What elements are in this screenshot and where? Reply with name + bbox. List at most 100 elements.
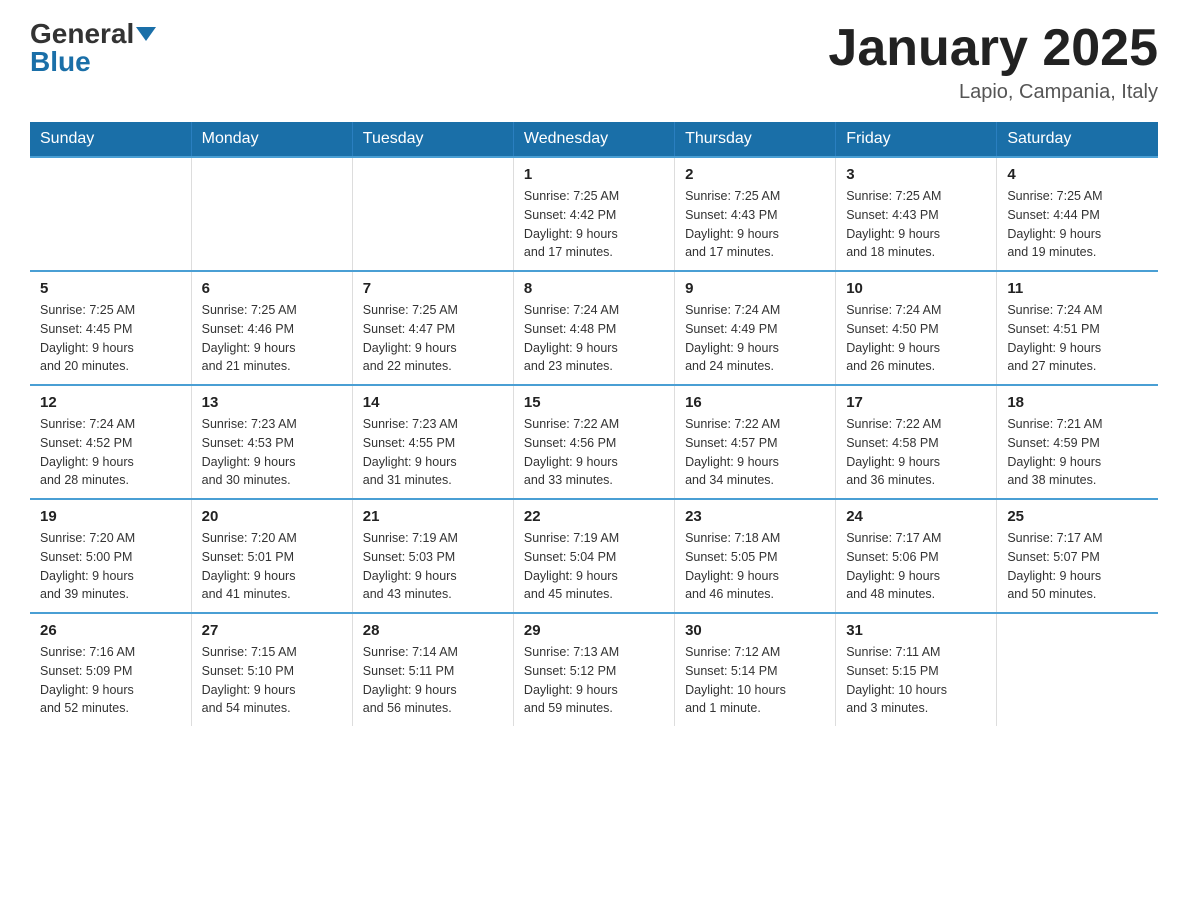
day-info: Sunrise: 7:25 AM Sunset: 4:47 PM Dayligh…: [363, 301, 503, 376]
calendar-cell: 10 Sunrise: 7:24 AM Sunset: 4:50 PM Dayli…: [836, 271, 997, 385]
day-number: 31: [846, 622, 986, 639]
calendar-week-2: 5 Sunrise: 7:25 AM Sunset: 4:45 PM Daylig…: [30, 271, 1158, 385]
calendar-cell: 18 Sunrise: 7:21 AM Sunset: 4:59 PM Dayli…: [997, 385, 1158, 499]
calendar-cell: 23Sunrise: 7:18 AM Sunset: 5:05 PM Dayli…: [675, 499, 836, 613]
calendar-cell: 16Sunrise: 7:22 AM Sunset: 4:57 PM Dayli…: [675, 385, 836, 499]
calendar-cell: 25 Sunrise: 7:17 AM Sunset: 5:07 PM Dayli…: [997, 499, 1158, 613]
weekday-header-row: SundayMondayTuesdayWednesdayThursdayFrid…: [30, 122, 1158, 157]
calendar-cell: 1 Sunrise: 7:25 AM Sunset: 4:42 PM Daylig…: [513, 157, 674, 271]
day-number: 28: [363, 622, 503, 639]
calendar-cell: 7 Sunrise: 7:25 AM Sunset: 4:47 PM Daylig…: [352, 271, 513, 385]
day-info: Sunrise: 7:25 AM Sunset: 4:43 PM Dayligh…: [685, 187, 825, 262]
day-number: 19: [40, 508, 181, 525]
day-info: Sunrise: 7:25 AM Sunset: 4:43 PM Dayligh…: [846, 187, 986, 262]
day-number: 9: [685, 280, 825, 297]
calendar-cell: 21Sunrise: 7:19 AM Sunset: 5:03 PM Dayli…: [352, 499, 513, 613]
day-info: Sunrise: 7:17 AM Sunset: 5:06 PM Dayligh…: [846, 529, 986, 604]
day-number: 14: [363, 394, 503, 411]
calendar-cell: 17 Sunrise: 7:22 AM Sunset: 4:58 PM Dayli…: [836, 385, 997, 499]
month-title: January 2025: [828, 20, 1158, 77]
day-number: 13: [202, 394, 342, 411]
day-number: 18: [1007, 394, 1148, 411]
calendar-cell: [30, 157, 191, 271]
calendar-cell: 31Sunrise: 7:11 AM Sunset: 5:15 PM Dayli…: [836, 613, 997, 726]
logo: General Blue: [30, 20, 156, 76]
day-number: 27: [202, 622, 342, 639]
day-number: 6: [202, 280, 342, 297]
calendar-cell: [191, 157, 352, 271]
weekday-header-sunday: Sunday: [30, 122, 191, 157]
title-block: January 2025 Lapio, Campania, Italy: [828, 20, 1158, 104]
day-info: Sunrise: 7:21 AM Sunset: 4:59 PM Dayligh…: [1007, 415, 1148, 490]
calendar-cell: 5 Sunrise: 7:25 AM Sunset: 4:45 PM Daylig…: [30, 271, 191, 385]
calendar-cell: 30 Sunrise: 7:12 AM Sunset: 5:14 PM Dayli…: [675, 613, 836, 726]
calendar-week-1: 1 Sunrise: 7:25 AM Sunset: 4:42 PM Daylig…: [30, 157, 1158, 271]
day-info: Sunrise: 7:24 AM Sunset: 4:52 PM Dayligh…: [40, 415, 181, 490]
calendar-cell: 9 Sunrise: 7:24 AM Sunset: 4:49 PM Daylig…: [675, 271, 836, 385]
day-info: Sunrise: 7:24 AM Sunset: 4:51 PM Dayligh…: [1007, 301, 1148, 376]
location-label: Lapio, Campania, Italy: [828, 81, 1158, 104]
day-number: 10: [846, 280, 986, 297]
day-info: Sunrise: 7:25 AM Sunset: 4:42 PM Dayligh…: [524, 187, 664, 262]
calendar-cell: 26 Sunrise: 7:16 AM Sunset: 5:09 PM Dayli…: [30, 613, 191, 726]
day-number: 2: [685, 166, 825, 183]
calendar-cell: [997, 613, 1158, 726]
calendar-cell: 4 Sunrise: 7:25 AM Sunset: 4:44 PM Daylig…: [997, 157, 1158, 271]
logo-triangle-icon: [136, 27, 156, 41]
day-info: Sunrise: 7:18 AM Sunset: 5:05 PM Dayligh…: [685, 529, 825, 604]
logo-general-text: General: [30, 18, 134, 49]
calendar-cell: 15Sunrise: 7:22 AM Sunset: 4:56 PM Dayli…: [513, 385, 674, 499]
weekday-header-saturday: Saturday: [997, 122, 1158, 157]
day-info: Sunrise: 7:25 AM Sunset: 4:44 PM Dayligh…: [1007, 187, 1148, 262]
day-number: 30: [685, 622, 825, 639]
calendar-cell: 11 Sunrise: 7:24 AM Sunset: 4:51 PM Dayli…: [997, 271, 1158, 385]
calendar-cell: 3 Sunrise: 7:25 AM Sunset: 4:43 PM Daylig…: [836, 157, 997, 271]
day-number: 7: [363, 280, 503, 297]
day-number: 25: [1007, 508, 1148, 525]
day-info: Sunrise: 7:22 AM Sunset: 4:58 PM Dayligh…: [846, 415, 986, 490]
day-info: Sunrise: 7:15 AM Sunset: 5:10 PM Dayligh…: [202, 643, 342, 718]
calendar-table: SundayMondayTuesdayWednesdayThursdayFrid…: [30, 122, 1158, 726]
day-info: Sunrise: 7:24 AM Sunset: 4:49 PM Dayligh…: [685, 301, 825, 376]
day-info: Sunrise: 7:19 AM Sunset: 5:03 PM Dayligh…: [363, 529, 503, 604]
day-number: 12: [40, 394, 181, 411]
day-number: 26: [40, 622, 181, 639]
day-number: 20: [202, 508, 342, 525]
day-info: Sunrise: 7:12 AM Sunset: 5:14 PM Dayligh…: [685, 643, 825, 718]
calendar-cell: 6 Sunrise: 7:25 AM Sunset: 4:46 PM Daylig…: [191, 271, 352, 385]
calendar-week-5: 26 Sunrise: 7:16 AM Sunset: 5:09 PM Dayli…: [30, 613, 1158, 726]
calendar-cell: 24 Sunrise: 7:17 AM Sunset: 5:06 PM Dayli…: [836, 499, 997, 613]
day-number: 3: [846, 166, 986, 183]
day-info: Sunrise: 7:24 AM Sunset: 4:50 PM Dayligh…: [846, 301, 986, 376]
day-info: Sunrise: 7:16 AM Sunset: 5:09 PM Dayligh…: [40, 643, 181, 718]
weekday-header-monday: Monday: [191, 122, 352, 157]
weekday-header-friday: Friday: [836, 122, 997, 157]
calendar-cell: 12 Sunrise: 7:24 AM Sunset: 4:52 PM Dayli…: [30, 385, 191, 499]
calendar-cell: 28 Sunrise: 7:14 AM Sunset: 5:11 PM Dayli…: [352, 613, 513, 726]
day-number: 4: [1007, 166, 1148, 183]
day-info: Sunrise: 7:23 AM Sunset: 4:53 PM Dayligh…: [202, 415, 342, 490]
day-info: Sunrise: 7:20 AM Sunset: 5:00 PM Dayligh…: [40, 529, 181, 604]
day-number: 24: [846, 508, 986, 525]
day-info: Sunrise: 7:14 AM Sunset: 5:11 PM Dayligh…: [363, 643, 503, 718]
calendar-body: 1 Sunrise: 7:25 AM Sunset: 4:42 PM Daylig…: [30, 157, 1158, 726]
day-info: Sunrise: 7:25 AM Sunset: 4:46 PM Dayligh…: [202, 301, 342, 376]
day-info: Sunrise: 7:20 AM Sunset: 5:01 PM Dayligh…: [202, 529, 342, 604]
weekday-header-wednesday: Wednesday: [513, 122, 674, 157]
day-number: 29: [524, 622, 664, 639]
day-number: 8: [524, 280, 664, 297]
calendar-cell: 22Sunrise: 7:19 AM Sunset: 5:04 PM Dayli…: [513, 499, 674, 613]
page-header: General Blue January 2025 Lapio, Campani…: [30, 20, 1158, 104]
calendar-cell: 2 Sunrise: 7:25 AM Sunset: 4:43 PM Daylig…: [675, 157, 836, 271]
day-number: 5: [40, 280, 181, 297]
day-number: 11: [1007, 280, 1148, 297]
day-number: 1: [524, 166, 664, 183]
calendar-cell: [352, 157, 513, 271]
day-info: Sunrise: 7:17 AM Sunset: 5:07 PM Dayligh…: [1007, 529, 1148, 604]
calendar-cell: 29Sunrise: 7:13 AM Sunset: 5:12 PM Dayli…: [513, 613, 674, 726]
day-number: 17: [846, 394, 986, 411]
day-info: Sunrise: 7:25 AM Sunset: 4:45 PM Dayligh…: [40, 301, 181, 376]
day-number: 22: [524, 508, 664, 525]
day-info: Sunrise: 7:22 AM Sunset: 4:57 PM Dayligh…: [685, 415, 825, 490]
calendar-cell: 19 Sunrise: 7:20 AM Sunset: 5:00 PM Dayli…: [30, 499, 191, 613]
